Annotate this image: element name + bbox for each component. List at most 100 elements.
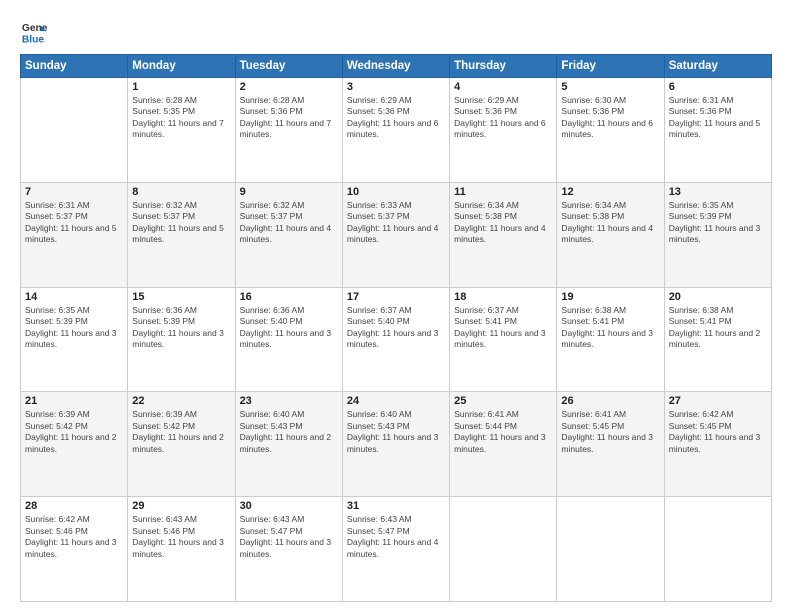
cell-details: Sunrise: 6:28 AMSunset: 5:36 PMDaylight:… <box>240 95 338 141</box>
cell-details: Sunrise: 6:35 AMSunset: 5:39 PMDaylight:… <box>669 200 767 246</box>
day-number: 1 <box>132 81 230 93</box>
cell-details: Sunrise: 6:40 AMSunset: 5:43 PMDaylight:… <box>347 409 445 455</box>
day-number: 27 <box>669 395 767 407</box>
day-number: 30 <box>240 500 338 512</box>
cell-details: Sunrise: 6:43 AMSunset: 5:47 PMDaylight:… <box>347 514 445 560</box>
cell-details: Sunrise: 6:43 AMSunset: 5:47 PMDaylight:… <box>240 514 338 560</box>
weekday-header-monday: Monday <box>128 55 235 78</box>
day-number: 20 <box>669 291 767 303</box>
calendar-table: SundayMondayTuesdayWednesdayThursdayFrid… <box>20 54 772 602</box>
cell-details: Sunrise: 6:32 AMSunset: 5:37 PMDaylight:… <box>240 200 338 246</box>
day-number: 13 <box>669 186 767 198</box>
day-number: 31 <box>347 500 445 512</box>
day-number: 7 <box>25 186 123 198</box>
calendar-cell: 18 Sunrise: 6:37 AMSunset: 5:41 PMDayligh… <box>450 287 557 392</box>
cell-details: Sunrise: 6:28 AMSunset: 5:35 PMDaylight:… <box>132 95 230 141</box>
day-number: 23 <box>240 395 338 407</box>
calendar-cell: 16 Sunrise: 6:36 AMSunset: 5:40 PMDayligh… <box>235 287 342 392</box>
day-number: 8 <box>132 186 230 198</box>
cell-details: Sunrise: 6:31 AMSunset: 5:37 PMDaylight:… <box>25 200 123 246</box>
calendar-cell: 28 Sunrise: 6:42 AMSunset: 5:46 PMDayligh… <box>21 497 128 602</box>
calendar-cell: 12 Sunrise: 6:34 AMSunset: 5:38 PMDayligh… <box>557 182 664 287</box>
day-number: 24 <box>347 395 445 407</box>
day-number: 12 <box>561 186 659 198</box>
header: General Blue <box>20 18 772 46</box>
cell-details: Sunrise: 6:29 AMSunset: 5:36 PMDaylight:… <box>454 95 552 141</box>
weekday-header-thursday: Thursday <box>450 55 557 78</box>
weekday-header-row: SundayMondayTuesdayWednesdayThursdayFrid… <box>21 55 772 78</box>
calendar-cell: 27 Sunrise: 6:42 AMSunset: 5:45 PMDayligh… <box>664 392 771 497</box>
calendar-cell: 21Sunrise: 6:39 AMSunset: 5:42 PMDayligh… <box>21 392 128 497</box>
calendar-cell: 5 Sunrise: 6:30 AMSunset: 5:36 PMDaylight… <box>557 78 664 183</box>
calendar-cell: 4 Sunrise: 6:29 AMSunset: 5:36 PMDaylight… <box>450 78 557 183</box>
cell-details: Sunrise: 6:32 AMSunset: 5:37 PMDaylight:… <box>132 200 230 246</box>
cell-details: Sunrise: 6:41 AMSunset: 5:45 PMDaylight:… <box>561 409 659 455</box>
calendar-cell: 29 Sunrise: 6:43 AMSunset: 5:46 PMDayligh… <box>128 497 235 602</box>
svg-text:General: General <box>22 23 48 34</box>
day-number: 16 <box>240 291 338 303</box>
day-number: 14 <box>25 291 123 303</box>
cell-details: Sunrise: 6:41 AMSunset: 5:44 PMDaylight:… <box>454 409 552 455</box>
calendar-cell <box>557 497 664 602</box>
day-number: 9 <box>240 186 338 198</box>
week-row-2: 7 Sunrise: 6:31 AMSunset: 5:37 PMDaylight… <box>21 182 772 287</box>
day-number: 5 <box>561 81 659 93</box>
day-number: 25 <box>454 395 552 407</box>
cell-details: Sunrise: 6:34 AMSunset: 5:38 PMDaylight:… <box>561 200 659 246</box>
cell-details: Sunrise: 6:42 AMSunset: 5:46 PMDaylight:… <box>25 514 123 560</box>
cell-details: Sunrise: 6:37 AMSunset: 5:40 PMDaylight:… <box>347 305 445 351</box>
cell-details: Sunrise: 6:34 AMSunset: 5:38 PMDaylight:… <box>454 200 552 246</box>
calendar-cell: 15 Sunrise: 6:36 AMSunset: 5:39 PMDayligh… <box>128 287 235 392</box>
day-number: 4 <box>454 81 552 93</box>
weekday-header-wednesday: Wednesday <box>342 55 449 78</box>
calendar-cell <box>664 497 771 602</box>
cell-details: Sunrise: 6:30 AMSunset: 5:36 PMDaylight:… <box>561 95 659 141</box>
cell-details: Sunrise: 6:42 AMSunset: 5:45 PMDaylight:… <box>669 409 767 455</box>
week-row-1: 1 Sunrise: 6:28 AMSunset: 5:35 PMDaylight… <box>21 78 772 183</box>
cell-details: Sunrise: 6:29 AMSunset: 5:36 PMDaylight:… <box>347 95 445 141</box>
calendar-cell <box>21 78 128 183</box>
day-number: 18 <box>454 291 552 303</box>
calendar-cell: 20 Sunrise: 6:38 AMSunset: 5:41 PMDayligh… <box>664 287 771 392</box>
week-row-4: 21Sunrise: 6:39 AMSunset: 5:42 PMDayligh… <box>21 392 772 497</box>
cell-details: Sunrise: 6:37 AMSunset: 5:41 PMDaylight:… <box>454 305 552 351</box>
cell-details: Sunrise: 6:38 AMSunset: 5:41 PMDaylight:… <box>561 305 659 351</box>
weekday-header-saturday: Saturday <box>664 55 771 78</box>
day-number: 26 <box>561 395 659 407</box>
day-number: 17 <box>347 291 445 303</box>
cell-details: Sunrise: 6:36 AMSunset: 5:39 PMDaylight:… <box>132 305 230 351</box>
calendar-cell: 10 Sunrise: 6:33 AMSunset: 5:37 PMDayligh… <box>342 182 449 287</box>
cell-details: Sunrise: 6:38 AMSunset: 5:41 PMDaylight:… <box>669 305 767 351</box>
calendar-cell: 25 Sunrise: 6:41 AMSunset: 5:44 PMDayligh… <box>450 392 557 497</box>
calendar-cell: 11 Sunrise: 6:34 AMSunset: 5:38 PMDayligh… <box>450 182 557 287</box>
cell-details: Sunrise: 6:33 AMSunset: 5:37 PMDaylight:… <box>347 200 445 246</box>
day-number: 28 <box>25 500 123 512</box>
week-row-5: 28 Sunrise: 6:42 AMSunset: 5:46 PMDayligh… <box>21 497 772 602</box>
calendar-cell <box>450 497 557 602</box>
calendar-cell: 7 Sunrise: 6:31 AMSunset: 5:37 PMDaylight… <box>21 182 128 287</box>
calendar-cell: 3Sunrise: 6:29 AMSunset: 5:36 PMDaylight… <box>342 78 449 183</box>
day-number: 21 <box>25 395 123 407</box>
calendar-cell: 8 Sunrise: 6:32 AMSunset: 5:37 PMDaylight… <box>128 182 235 287</box>
calendar-cell: 6Sunrise: 6:31 AMSunset: 5:36 PMDaylight… <box>664 78 771 183</box>
day-number: 19 <box>561 291 659 303</box>
calendar-cell: 17 Sunrise: 6:37 AMSunset: 5:40 PMDayligh… <box>342 287 449 392</box>
day-number: 29 <box>132 500 230 512</box>
cell-details: Sunrise: 6:43 AMSunset: 5:46 PMDaylight:… <box>132 514 230 560</box>
calendar-cell: 23Sunrise: 6:40 AMSunset: 5:43 PMDayligh… <box>235 392 342 497</box>
day-number: 11 <box>454 186 552 198</box>
day-number: 2 <box>240 81 338 93</box>
weekday-header-tuesday: Tuesday <box>235 55 342 78</box>
logo: General Blue <box>20 18 48 46</box>
calendar-cell: 22Sunrise: 6:39 AMSunset: 5:42 PMDayligh… <box>128 392 235 497</box>
calendar-cell: 9 Sunrise: 6:32 AMSunset: 5:37 PMDaylight… <box>235 182 342 287</box>
calendar-cell: 30 Sunrise: 6:43 AMSunset: 5:47 PMDayligh… <box>235 497 342 602</box>
week-row-3: 14 Sunrise: 6:35 AMSunset: 5:39 PMDayligh… <box>21 287 772 392</box>
cell-details: Sunrise: 6:31 AMSunset: 5:36 PMDaylight:… <box>669 95 767 141</box>
cell-details: Sunrise: 6:35 AMSunset: 5:39 PMDaylight:… <box>25 305 123 351</box>
day-number: 10 <box>347 186 445 198</box>
weekday-header-sunday: Sunday <box>21 55 128 78</box>
calendar-cell: 14 Sunrise: 6:35 AMSunset: 5:39 PMDayligh… <box>21 287 128 392</box>
cell-details: Sunrise: 6:36 AMSunset: 5:40 PMDaylight:… <box>240 305 338 351</box>
day-number: 15 <box>132 291 230 303</box>
